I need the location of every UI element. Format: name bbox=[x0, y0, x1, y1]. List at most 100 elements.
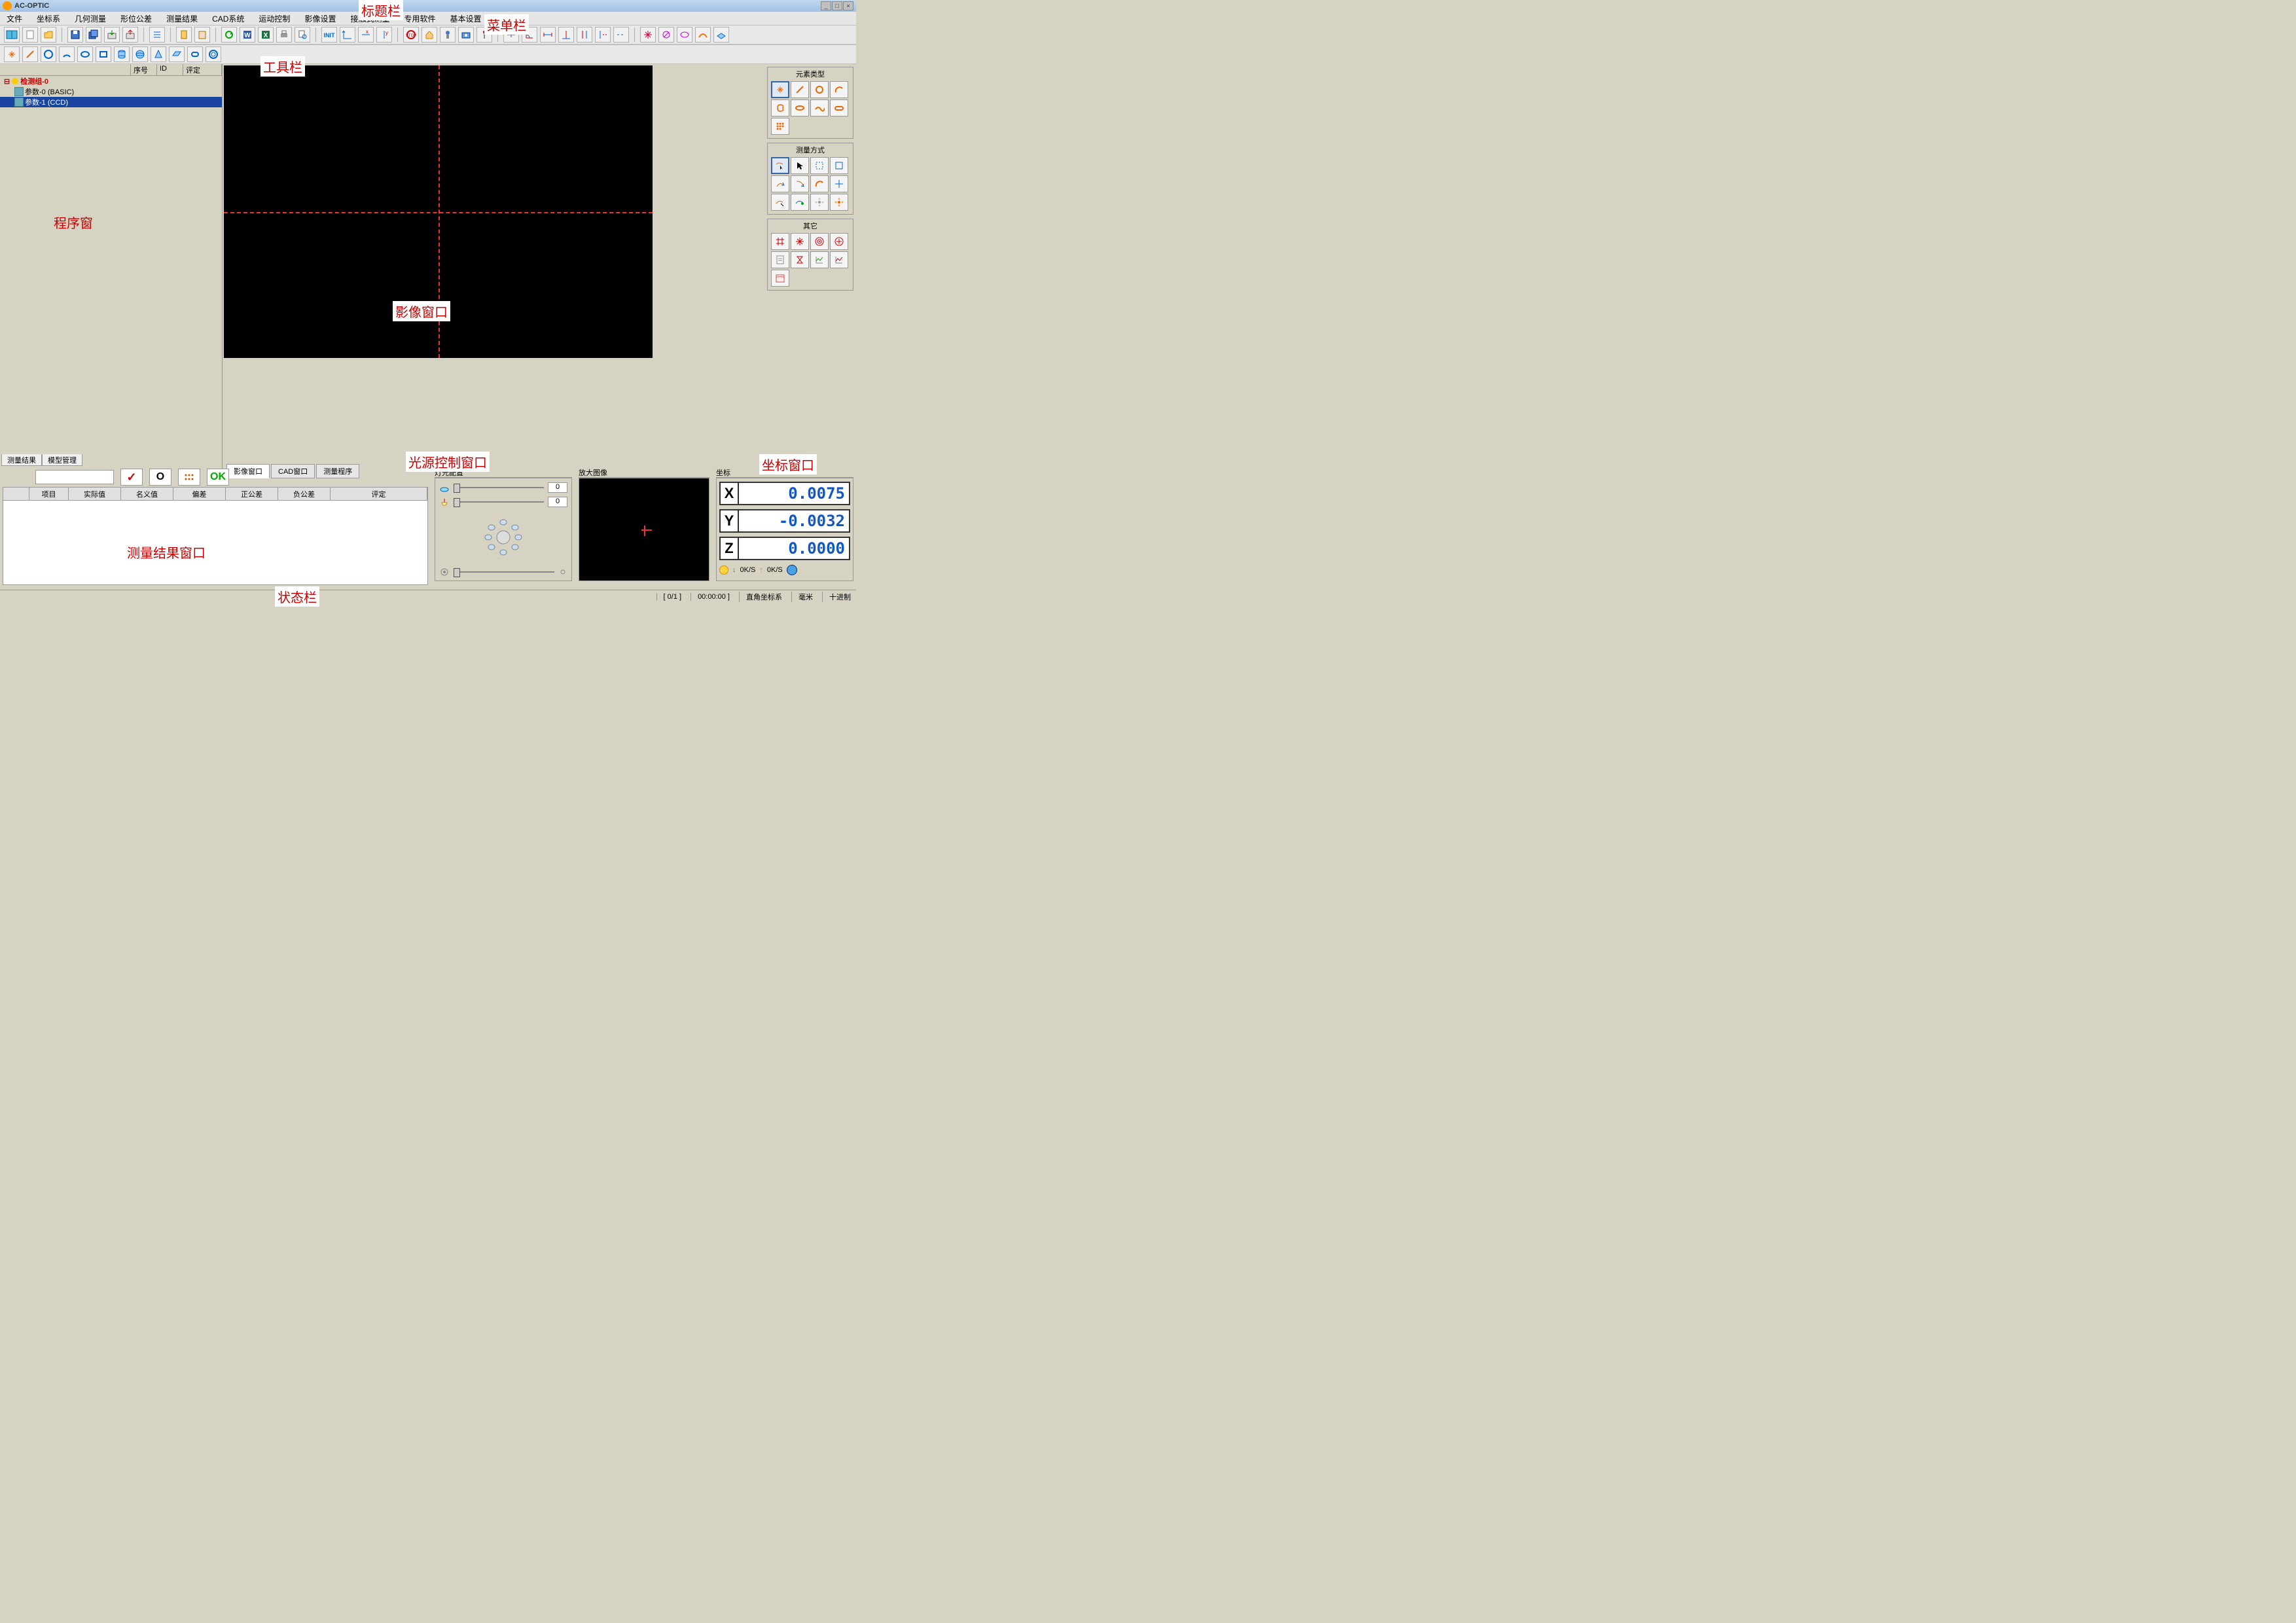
tool-list-icon[interactable] bbox=[149, 27, 165, 43]
et-circle-icon[interactable] bbox=[810, 81, 829, 98]
browser-icon[interactable] bbox=[787, 565, 797, 575]
tool-excel-icon[interactable]: X bbox=[258, 27, 274, 43]
tool-angle-icon[interactable] bbox=[522, 27, 537, 43]
et-line-icon[interactable] bbox=[791, 81, 809, 98]
tool-printpreview-icon[interactable] bbox=[295, 27, 310, 43]
mm-auto-cursor-icon[interactable] bbox=[771, 157, 789, 174]
tool-print-icon[interactable] bbox=[276, 27, 292, 43]
ok-button[interactable]: OK bbox=[207, 469, 229, 486]
tool-probe-icon[interactable] bbox=[476, 27, 492, 43]
ot-circleplus-icon[interactable] bbox=[830, 233, 848, 250]
menu-tolerance[interactable]: 形位公差 bbox=[118, 12, 154, 26]
et-point-icon[interactable] bbox=[771, 81, 789, 98]
et-ellipse-icon[interactable] bbox=[791, 99, 809, 116]
ot-hourglass-icon[interactable] bbox=[791, 251, 809, 268]
mm-flower1-icon[interactable] bbox=[810, 194, 829, 211]
ring-light-control[interactable] bbox=[439, 511, 567, 563]
tool-dim1-icon[interactable] bbox=[503, 27, 519, 43]
menu-cad[interactable]: CAD系统 bbox=[209, 12, 247, 26]
elem-plane-icon[interactable] bbox=[169, 46, 185, 62]
video-view[interactable] bbox=[224, 65, 653, 358]
ring-light-slider[interactable] bbox=[454, 571, 554, 573]
pattern-button[interactable] bbox=[178, 469, 200, 486]
ot-grid-icon[interactable] bbox=[771, 233, 789, 250]
check-button[interactable]: ✓ bbox=[120, 469, 143, 486]
tool-open-icon[interactable] bbox=[41, 27, 56, 43]
tool-circle2-icon[interactable] bbox=[658, 27, 674, 43]
tool-clipboard-icon[interactable] bbox=[176, 27, 192, 43]
tool-home-icon[interactable] bbox=[422, 27, 437, 43]
et-arc-icon[interactable] bbox=[830, 81, 848, 98]
tool-paste-icon[interactable] bbox=[194, 27, 210, 43]
tool-refresh-icon[interactable] bbox=[221, 27, 237, 43]
mm-arc-arrow-icon[interactable] bbox=[791, 175, 809, 192]
ot-star-icon[interactable] bbox=[791, 233, 809, 250]
ot-target-icon[interactable] bbox=[810, 233, 829, 250]
ot-graph-icon[interactable] bbox=[810, 251, 829, 268]
elem-slot-icon[interactable] bbox=[187, 46, 203, 62]
menu-coord[interactable]: 坐标系 bbox=[34, 12, 63, 26]
ring-link-icon[interactable] bbox=[558, 567, 567, 577]
elem-cylinder-icon[interactable] bbox=[114, 46, 130, 62]
elem-sphere-icon[interactable] bbox=[132, 46, 148, 62]
et-closed-curve-icon[interactable] bbox=[771, 99, 789, 116]
bottom-tab-results[interactable]: 测量结果 bbox=[1, 454, 42, 466]
ot-graph2-icon[interactable] bbox=[830, 251, 848, 268]
elem-rect-icon[interactable] bbox=[96, 46, 111, 62]
elem-arc-icon[interactable] bbox=[59, 46, 75, 62]
menu-results[interactable]: 测量结果 bbox=[164, 12, 200, 26]
menu-geom[interactable]: 几何测量 bbox=[72, 12, 109, 26]
tool-saveall-icon[interactable] bbox=[86, 27, 101, 43]
menu-touch[interactable]: 接触式测量 bbox=[348, 12, 392, 26]
tool-concentric-icon[interactable] bbox=[595, 27, 611, 43]
tool-perp-icon[interactable] bbox=[558, 27, 574, 43]
tool-export-icon[interactable] bbox=[122, 27, 138, 43]
tree-root[interactable]: ⊟ 检测组-0 bbox=[0, 76, 222, 86]
mm-box-solid-icon[interactable] bbox=[830, 157, 848, 174]
elem-line-icon[interactable] bbox=[22, 46, 38, 62]
tool-curve-icon[interactable] bbox=[695, 27, 711, 43]
speed-down-icon[interactable] bbox=[719, 565, 728, 575]
menu-special[interactable]: 专用软件 bbox=[401, 12, 438, 26]
tool-surface-icon[interactable] bbox=[713, 27, 729, 43]
o-button[interactable]: O bbox=[149, 469, 171, 486]
mm-cross-icon[interactable] bbox=[830, 175, 848, 192]
mm-arc-icon[interactable] bbox=[810, 175, 829, 192]
mm-path-cursor-icon[interactable] bbox=[771, 194, 789, 211]
mm-box-dashed-icon[interactable] bbox=[810, 157, 829, 174]
surface-light-slider[interactable] bbox=[454, 487, 544, 488]
coax-light-slider[interactable] bbox=[454, 501, 544, 503]
close-button[interactable]: × bbox=[843, 1, 853, 10]
tree-item-1[interactable]: 参数-1 (CCD) bbox=[0, 97, 222, 107]
tool-dash-icon[interactable] bbox=[613, 27, 629, 43]
menu-file[interactable]: 文件 bbox=[4, 12, 25, 26]
menu-help[interactable]: 帮助 bbox=[493, 12, 514, 26]
tool-new-icon[interactable] bbox=[22, 27, 38, 43]
mm-flower2-icon[interactable] bbox=[830, 194, 848, 211]
tool-camera-icon[interactable] bbox=[458, 27, 474, 43]
tool-ellipse2-icon[interactable] bbox=[677, 27, 692, 43]
tool-word-icon[interactable]: W bbox=[240, 27, 255, 43]
tool-init-icon[interactable]: INIT bbox=[321, 27, 337, 43]
menu-image[interactable]: 影像设置 bbox=[302, 12, 338, 26]
mm-cursor-icon[interactable] bbox=[791, 157, 809, 174]
et-pattern-icon[interactable] bbox=[771, 118, 789, 135]
elem-ring-icon[interactable] bbox=[206, 46, 221, 62]
tool-dist-icon[interactable] bbox=[540, 27, 556, 43]
mm-seg-arrow-icon[interactable] bbox=[771, 175, 789, 192]
tool-joystick-icon[interactable] bbox=[440, 27, 456, 43]
elem-circle-icon[interactable] bbox=[41, 46, 56, 62]
et-slot-icon[interactable] bbox=[830, 99, 848, 116]
tool-star-icon[interactable] bbox=[640, 27, 656, 43]
tool-save-icon[interactable] bbox=[67, 27, 83, 43]
results-input[interactable] bbox=[35, 470, 114, 484]
tool-axisx-icon[interactable]: x bbox=[358, 27, 374, 43]
tool-axisy-icon[interactable]: y bbox=[376, 27, 392, 43]
bottom-tab-model[interactable]: 模型管理 bbox=[42, 454, 82, 466]
mm-path-auto-icon[interactable] bbox=[791, 194, 809, 211]
maximize-button[interactable]: □ bbox=[832, 1, 842, 10]
menu-settings[interactable]: 基本设置 bbox=[447, 12, 484, 26]
tool-parallel-icon[interactable] bbox=[577, 27, 592, 43]
et-open-curve-icon[interactable] bbox=[810, 99, 829, 116]
elem-cone-icon[interactable] bbox=[151, 46, 166, 62]
